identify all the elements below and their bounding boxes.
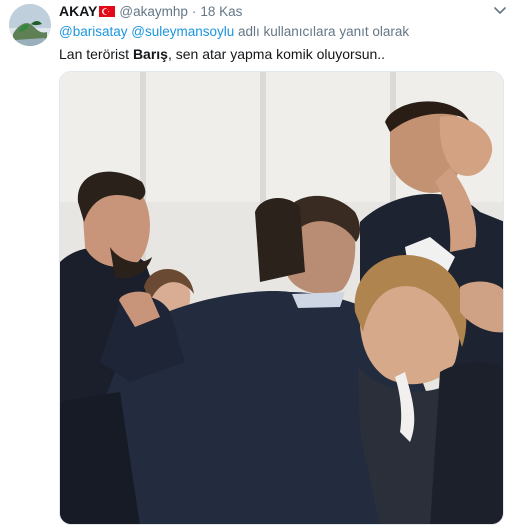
tweet-text: Lan terörist Barış, sen atar yapma komik… xyxy=(59,46,385,62)
user-handle[interactable]: @akaymhp xyxy=(119,4,187,19)
tweet-photo[interactable] xyxy=(59,71,504,525)
timestamp[interactable]: 18 Kas xyxy=(200,4,242,19)
chevron-down-icon[interactable] xyxy=(492,2,508,18)
turkey-flag-icon xyxy=(99,5,116,17)
tweet-text-before: Lan terörist xyxy=(59,46,133,62)
mention-link-suleymansoylu[interactable]: @suleymansoylu xyxy=(131,24,234,39)
reply-suffix: adlı kullanıcılara yanıt olarak xyxy=(238,24,410,39)
mention-link-barisatay[interactable]: @barisatay xyxy=(59,24,127,39)
tweet: AKAY @akaymhp · 18 Kas @barisatay @suley… xyxy=(0,0,516,532)
photo-image xyxy=(60,72,503,524)
reply-context: @barisatay @suleymansoylu adlı kullanıcı… xyxy=(59,24,409,39)
tweet-header: AKAY @akaymhp · 18 Kas xyxy=(59,1,242,21)
tweet-text-bold: Barış xyxy=(132,46,168,62)
separator-dot: · xyxy=(191,3,197,19)
tweet-text-after: , sen atar yapma komik oluyorsun.. xyxy=(167,46,386,62)
avatar-image xyxy=(9,4,51,46)
display-name[interactable]: AKAY xyxy=(59,3,97,19)
avatar[interactable] xyxy=(9,4,51,46)
